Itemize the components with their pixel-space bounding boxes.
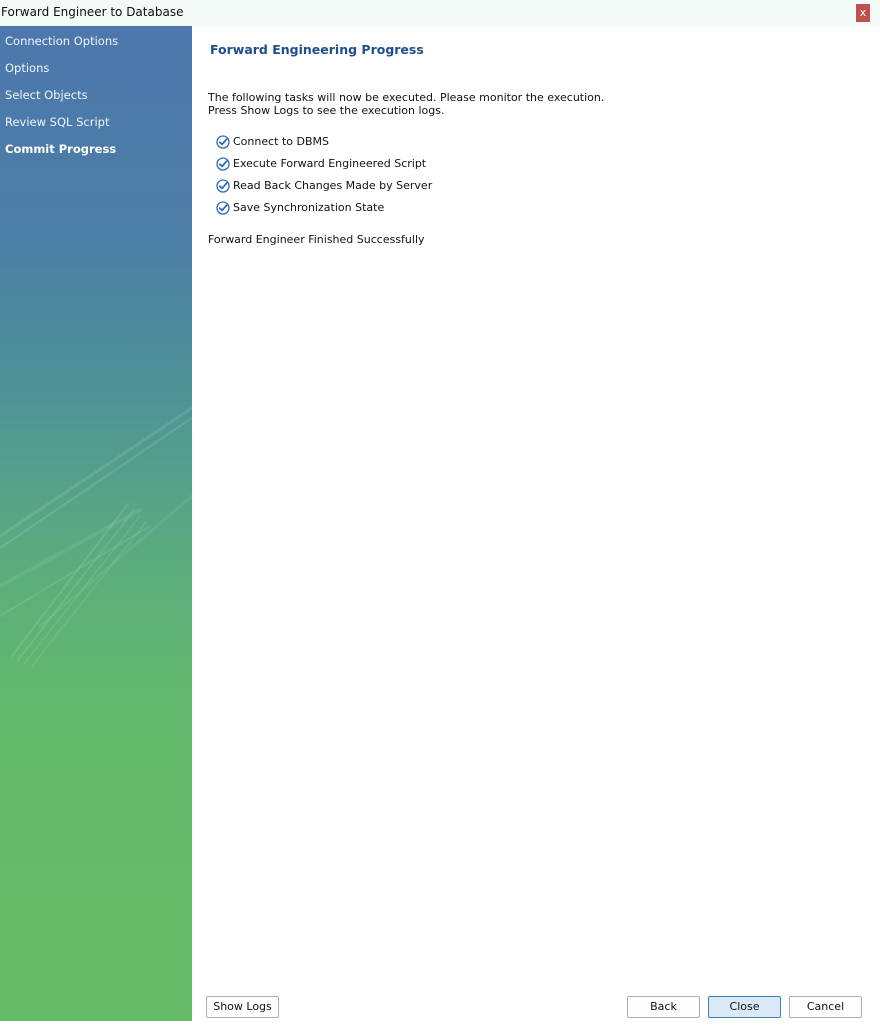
page-title: Forward Engineering Progress	[210, 42, 424, 57]
checkmark-icon	[216, 201, 230, 215]
sidebar-item-options[interactable]: Options	[5, 61, 49, 75]
title-bar: Forward Engineer to Database x	[0, 0, 880, 26]
status-message: Forward Engineer Finished Successfully	[208, 233, 425, 246]
intro-line-1: The following tasks will now be executed…	[208, 91, 605, 104]
window-title: Forward Engineer to Database	[1, 5, 184, 19]
task-label: Save Synchronization State	[233, 201, 385, 214]
sidebar-decoration	[0, 406, 192, 667]
task-label: Connect to DBMS	[233, 135, 330, 148]
task-label: Read Back Changes Made by Server	[233, 179, 433, 192]
sidebar-item-connection-options[interactable]: Connection Options	[5, 34, 118, 48]
intro-line-2: Press Show Logs to see the execution log…	[208, 104, 445, 117]
wizard-sidebar: Connection Options Options Select Object…	[0, 26, 192, 1021]
intro-text: The following tasks will now be executed…	[208, 91, 604, 117]
checkmark-icon	[216, 157, 230, 171]
checkmark-icon	[216, 179, 230, 193]
sidebar-item-review-sql-script[interactable]: Review SQL Script	[5, 115, 109, 129]
back-button[interactable]: Back	[627, 996, 700, 1018]
sidebar-item-select-objects[interactable]: Select Objects	[5, 88, 88, 102]
close-button[interactable]: Close	[708, 996, 781, 1018]
close-window-button[interactable]: x	[856, 4, 870, 22]
main-panel: Forward Engineering Progress The followi…	[192, 26, 880, 1026]
dialog-window: Forward Engineer to Database x Connectio…	[0, 0, 880, 1026]
task-label: Execute Forward Engineered Script	[233, 157, 427, 170]
show-logs-button[interactable]: Show Logs	[206, 996, 279, 1018]
sidebar-item-commit-progress[interactable]: Commit Progress	[5, 142, 116, 156]
cancel-button[interactable]: Cancel	[789, 996, 862, 1018]
checkmark-icon	[216, 135, 230, 149]
